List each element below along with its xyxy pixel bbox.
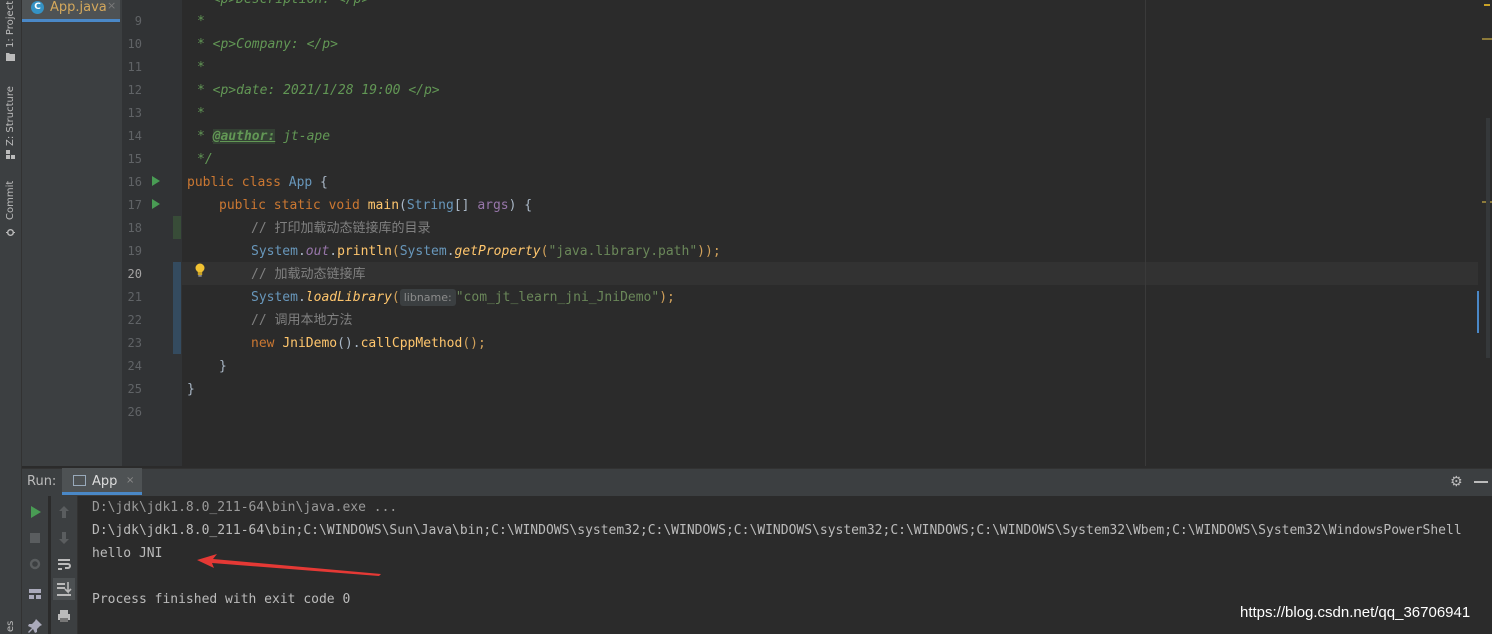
commit-tool-label: Commit xyxy=(5,180,16,220)
right-margin-guide xyxy=(1145,0,1146,466)
editor-tab-label: App.java xyxy=(50,0,107,15)
line-number: 25 xyxy=(127,382,142,396)
code-line-24: } xyxy=(219,359,227,374)
settings-icon[interactable] xyxy=(27,556,43,572)
code-line-17: public static void main(String[] args) { xyxy=(219,198,533,213)
line-number: 15 xyxy=(127,152,142,166)
line-number: 9 xyxy=(134,14,142,28)
line-number: 17 xyxy=(127,198,142,212)
structure-tool-label: Z: Structure xyxy=(5,86,16,146)
project-tool-label: 1: Project xyxy=(5,0,16,48)
line-number: 20 xyxy=(127,267,142,281)
parameter-hint: libname: xyxy=(399,289,456,306)
vcs-modified-marker[interactable] xyxy=(173,262,181,354)
code-line-12: * <p>date: 2021/1/28 19:00 </p> xyxy=(197,83,440,98)
commit-tool-tab[interactable]: Commit xyxy=(0,178,21,240)
editor-tab-bar xyxy=(22,0,122,466)
code-line-20: // 加载动态链接库 xyxy=(251,267,366,282)
structure-icon xyxy=(6,150,15,159)
code-line-11: * xyxy=(197,60,205,75)
close-icon[interactable]: × xyxy=(107,0,116,12)
line-number: 14 xyxy=(127,129,142,143)
vertical-scrollbar[interactable] xyxy=(1486,118,1490,358)
line-number: 21 xyxy=(127,290,142,304)
tool-window-strip: 1: Project Z: Structure Commit es xyxy=(0,0,22,634)
close-icon[interactable]: × xyxy=(126,475,134,486)
console-line-library-path: D:\jdk\jdk1.8.0_211-64\bin;C:\WINDOWS\Su… xyxy=(92,523,1462,538)
code-line-25: } xyxy=(187,382,195,397)
code-line-9: * xyxy=(197,14,205,29)
code-line-14: * @author: jt-ape xyxy=(197,129,331,144)
soft-wrap-icon[interactable] xyxy=(56,556,72,572)
line-number: 10 xyxy=(127,37,142,51)
run-tab-label: App xyxy=(92,474,118,489)
code-line-13: * xyxy=(197,106,205,121)
scroll-thumb[interactable] xyxy=(1477,291,1479,333)
line-number: 16 xyxy=(127,175,142,189)
favorites-tool-tab[interactable]: es xyxy=(0,610,21,634)
lightbulb-icon[interactable] xyxy=(194,263,206,277)
code-line-18: // 打印加载动态链接库的目录 xyxy=(251,221,431,236)
line-number: 19 xyxy=(127,244,142,258)
project-tool-tab[interactable]: 1: Project xyxy=(0,0,21,62)
caret-row-highlight xyxy=(182,262,1478,285)
print-icon[interactable] xyxy=(56,608,72,624)
pin-icon[interactable] xyxy=(27,618,43,634)
stop-icon[interactable] xyxy=(27,530,43,546)
line-number: 23 xyxy=(127,336,142,350)
scroll-marker[interactable] xyxy=(1482,38,1492,40)
line-number: 24 xyxy=(127,359,142,373)
vcs-added-marker[interactable] xyxy=(173,216,181,239)
run-toolbar xyxy=(22,496,48,634)
watermark: https://blog.csdn.net/qq_36706941 xyxy=(1240,604,1471,621)
gear-icon[interactable]: ⚙ xyxy=(1450,474,1463,490)
structure-tool-tab[interactable]: Z: Structure xyxy=(0,84,21,164)
code-line-10: * <p>Company: </p> xyxy=(197,37,338,52)
code-line-23: new JniDemo().callCppMethod(); xyxy=(251,336,486,351)
minimize-icon[interactable] xyxy=(1474,481,1488,483)
line-number: 18 xyxy=(127,221,142,235)
console-line-hello: hello JNI xyxy=(92,546,163,561)
code-line-15: */ xyxy=(197,152,213,167)
console-icon xyxy=(73,475,86,486)
console-line-java-exe: D:\jdk\jdk1.8.0_211-64\bin\java.exe ... xyxy=(92,500,398,515)
run-toolbar-secondary xyxy=(51,496,78,634)
code-line-8: * <p>Description: </p> xyxy=(197,0,369,11)
line-number: 22 xyxy=(127,313,142,327)
line-number: 11 xyxy=(127,60,142,74)
console-line-exit: Process finished with exit code 0 xyxy=(92,592,351,607)
line-number: 26 xyxy=(127,405,142,419)
commit-icon xyxy=(6,229,15,236)
run-panel-header xyxy=(22,468,1492,496)
run-tab-app[interactable]: App × xyxy=(62,468,142,495)
warning-marker[interactable] xyxy=(1484,4,1490,6)
favorites-tool-label: es xyxy=(5,620,16,632)
code-line-19: System.out.println(System.getProperty("j… xyxy=(251,244,721,259)
java-class-icon: C xyxy=(31,1,44,14)
editor-tab-app-java[interactable]: C App.java × xyxy=(22,0,120,22)
code-line-21: System.loadLibrary(libname: "com_jt_learn… xyxy=(251,289,675,306)
line-number: 13 xyxy=(127,106,142,120)
code-line-22: // 调用本地方法 xyxy=(251,313,353,328)
rerun-icon[interactable] xyxy=(27,504,43,520)
run-main-icon[interactable] xyxy=(152,199,160,209)
run-class-icon[interactable] xyxy=(152,176,160,186)
line-number: 12 xyxy=(127,83,142,97)
scroll-to-end-icon[interactable] xyxy=(53,578,75,600)
layout-icon[interactable] xyxy=(27,586,43,602)
annotation-arrow-icon xyxy=(197,554,381,576)
arrow-up-icon[interactable] xyxy=(56,504,72,520)
folder-icon xyxy=(6,53,15,61)
arrow-down-icon[interactable] xyxy=(56,530,72,546)
author-tag: @author: xyxy=(212,129,276,144)
code-line-16: public class App { xyxy=(187,175,328,190)
run-label: Run: xyxy=(27,474,57,489)
